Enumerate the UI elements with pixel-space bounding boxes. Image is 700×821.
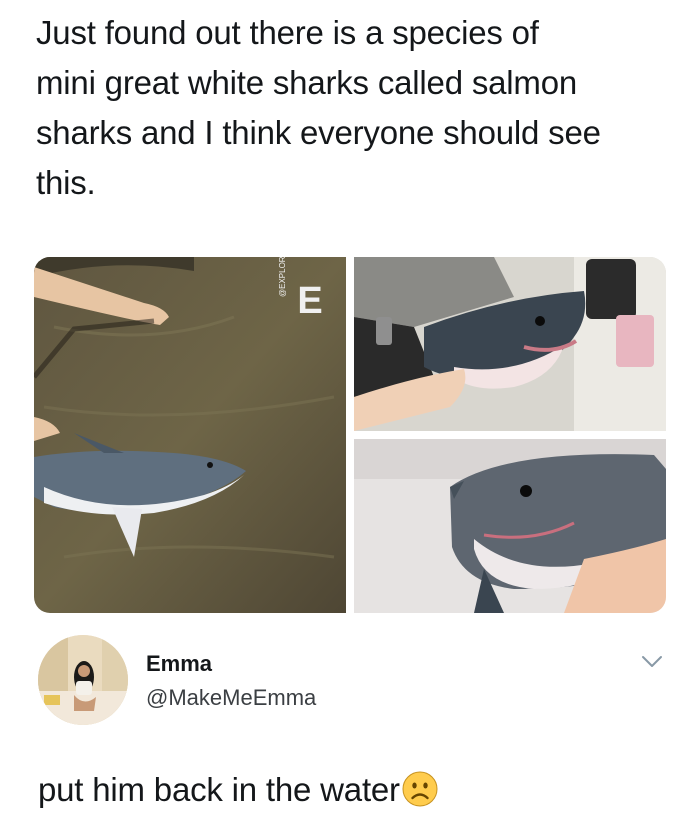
- shark-closeup-photo[interactable]: [354, 439, 666, 613]
- tweet-text: Just found out there is a species of min…: [36, 14, 601, 201]
- shark-on-sand-photo[interactable]: E @EXPLORIZE: [34, 257, 346, 613]
- reply-handle[interactable]: @MakeMeEmma: [146, 685, 316, 711]
- watermark-tag: @EXPLORIZE: [278, 257, 287, 297]
- reply-text-content: put him back in the water: [38, 771, 400, 808]
- media-grid[interactable]: E @EXPLORIZE: [34, 257, 666, 613]
- watermark-logo: E: [297, 280, 323, 322]
- reply-display-name[interactable]: Emma: [146, 651, 212, 677]
- frowning-face-icon: [402, 771, 438, 807]
- hands-holding-shark-photo[interactable]: [354, 257, 666, 431]
- chevron-down-icon[interactable]: [640, 651, 664, 671]
- avatar[interactable]: [38, 635, 128, 725]
- reply-text: put him back in the water: [38, 771, 438, 809]
- reply-tweet[interactable]: Emma @MakeMeEmma put him back in the wat…: [0, 625, 700, 821]
